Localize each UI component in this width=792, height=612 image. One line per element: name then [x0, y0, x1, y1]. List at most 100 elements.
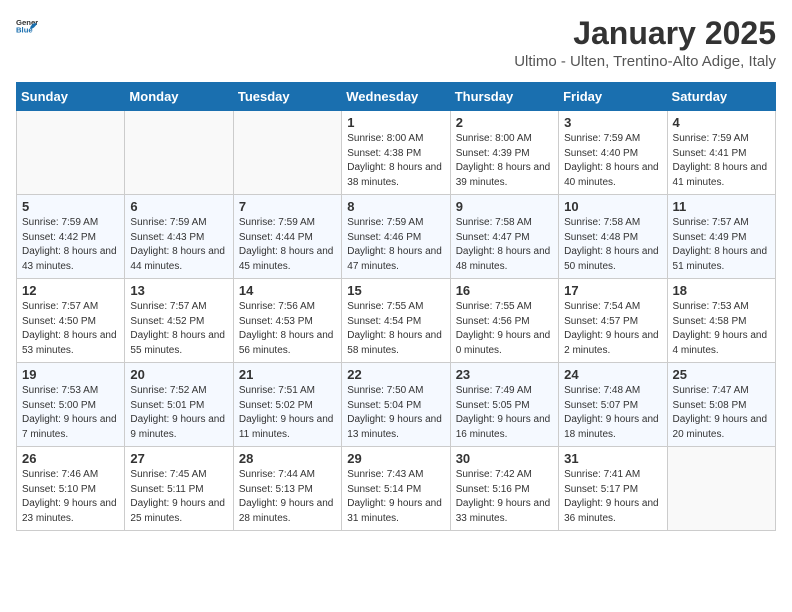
calendar-cell: 20Sunrise: 7:52 AMSunset: 5:01 PMDayligh… [125, 363, 233, 447]
day-info: Sunrise: 7:59 AMSunset: 4:40 PMDaylight:… [564, 132, 661, 190]
day-number: 1 [347, 115, 444, 130]
day-info: Sunrise: 7:56 AMSunset: 4:53 PMDaylight:… [239, 300, 336, 358]
calendar-week-row: 19 Sunrise: 7:53 AMSunset: 5:00 PMDayligh… [17, 363, 776, 447]
day-info: Sunrise: 7:43 AMSunset: 5:14 PMDaylight:… [347, 468, 444, 526]
day-number: 9 [456, 199, 553, 214]
logo: General Blue [16, 16, 38, 43]
calendar-cell: 17 Sunrise: 7:54 AMSunset: 4:57 PMDayligh… [559, 279, 667, 363]
calendar-cell [233, 111, 341, 195]
day-number: 29 [347, 451, 444, 466]
day-number: 31 [564, 451, 661, 466]
day-number: 30 [456, 451, 553, 466]
day-info: Sunrise: 7:59 AMSunset: 4:44 PMDaylight:… [239, 216, 336, 274]
day-info: Sunrise: 7:59 AMSunset: 4:46 PMDaylight:… [347, 216, 444, 274]
calendar-week-row: 1 Sunrise: 8:00 AMSunset: 4:38 PMDaylight… [17, 111, 776, 195]
day-number: 3 [564, 115, 661, 130]
calendar-cell: 27 Sunrise: 7:45 AMSunset: 5:11 PMDayligh… [125, 447, 233, 531]
day-info: Sunrise: 8:00 AMSunset: 4:39 PMDaylight:… [456, 132, 553, 190]
day-info: Sunrise: 7:48 AMSunset: 5:07 PMDaylight:… [564, 384, 661, 442]
day-number: 12 [22, 283, 119, 298]
day-number: 2 [456, 115, 553, 130]
weekday-header-saturday: Saturday [667, 83, 775, 111]
day-number: 28 [239, 451, 336, 466]
day-number: 27 [130, 451, 227, 466]
day-number: 7 [239, 199, 336, 214]
calendar-table: SundayMondayTuesdayWednesdayThursdayFrid… [16, 82, 776, 531]
weekday-header-monday: Monday [125, 83, 233, 111]
weekday-header-thursday: Thursday [450, 83, 558, 111]
calendar-cell: 16 Sunrise: 7:55 AMSunset: 4:56 PMDayligh… [450, 279, 558, 363]
calendar-cell: 19 Sunrise: 7:53 AMSunset: 5:00 PMDayligh… [17, 363, 125, 447]
weekday-header-row: SundayMondayTuesdayWednesdayThursdayFrid… [17, 83, 776, 111]
day-info: Sunrise: 7:55 AMSunset: 4:56 PMDaylight:… [456, 300, 553, 358]
calendar-cell: 22Sunrise: 7:50 AMSunset: 5:04 PMDayligh… [342, 363, 450, 447]
day-number: 22 [347, 367, 444, 382]
calendar-cell: 24 Sunrise: 7:48 AMSunset: 5:07 PMDayligh… [559, 363, 667, 447]
weekday-header-sunday: Sunday [17, 83, 125, 111]
calendar-cell: 4Sunrise: 7:59 AMSunset: 4:41 PMDaylight… [667, 111, 775, 195]
calendar-cell: 5 Sunrise: 7:59 AMSunset: 4:42 PMDaylight… [17, 195, 125, 279]
calendar-cell: 12Sunrise: 7:57 AMSunset: 4:50 PMDayligh… [17, 279, 125, 363]
day-info: Sunrise: 8:00 AMSunset: 4:38 PMDaylight:… [347, 132, 444, 190]
calendar-cell [125, 111, 233, 195]
page-header: General Blue January 2025 Ultimo - Ulten… [16, 16, 776, 70]
day-info: Sunrise: 7:58 AMSunset: 4:47 PMDaylight:… [456, 216, 553, 274]
day-info: Sunrise: 7:57 AMSunset: 4:49 PMDaylight:… [673, 216, 770, 274]
calendar-cell: 6 Sunrise: 7:59 AMSunset: 4:43 PMDaylight… [125, 195, 233, 279]
day-info: Sunrise: 7:52 AMSunset: 5:01 PMDaylight:… [130, 384, 227, 442]
day-info: Sunrise: 7:55 AMSunset: 4:54 PMDaylight:… [347, 300, 444, 358]
day-info: Sunrise: 7:41 AMSunset: 5:17 PMDaylight:… [564, 468, 661, 526]
day-info: Sunrise: 7:53 AMSunset: 4:58 PMDaylight:… [673, 300, 770, 358]
calendar-cell: 23 Sunrise: 7:49 AMSunset: 5:05 PMDayligh… [450, 363, 558, 447]
calendar-cell: 10 Sunrise: 7:58 AMSunset: 4:48 PMDayligh… [559, 195, 667, 279]
calendar-cell: 2 Sunrise: 8:00 AMSunset: 4:39 PMDaylight… [450, 111, 558, 195]
calendar-cell: 15 Sunrise: 7:55 AMSunset: 4:54 PMDayligh… [342, 279, 450, 363]
day-number: 6 [130, 199, 227, 214]
day-number: 18 [673, 283, 770, 298]
weekday-header-tuesday: Tuesday [233, 83, 341, 111]
weekday-header-friday: Friday [559, 83, 667, 111]
day-info: Sunrise: 7:47 AMSunset: 5:08 PMDaylight:… [673, 384, 770, 442]
calendar-cell: 31 Sunrise: 7:41 AMSunset: 5:17 PMDayligh… [559, 447, 667, 531]
day-number: 17 [564, 283, 661, 298]
day-info: Sunrise: 7:59 AMSunset: 4:43 PMDaylight:… [130, 216, 227, 274]
day-info: Sunrise: 7:44 AMSunset: 5:13 PMDaylight:… [239, 468, 336, 526]
month-title: January 2025 [514, 16, 776, 51]
day-info: Sunrise: 7:53 AMSunset: 5:00 PMDaylight:… [22, 384, 119, 442]
day-number: 10 [564, 199, 661, 214]
calendar-cell: 18 Sunrise: 7:53 AMSunset: 4:58 PMDayligh… [667, 279, 775, 363]
calendar-cell: 28 Sunrise: 7:44 AMSunset: 5:13 PMDayligh… [233, 447, 341, 531]
calendar-cell: 1 Sunrise: 8:00 AMSunset: 4:38 PMDaylight… [342, 111, 450, 195]
day-number: 23 [456, 367, 553, 382]
title-area: January 2025 Ultimo - Ulten, Trentino-Al… [514, 16, 776, 70]
day-number: 26 [22, 451, 119, 466]
logo-icon: General Blue [16, 16, 38, 38]
day-number: 16 [456, 283, 553, 298]
day-number: 15 [347, 283, 444, 298]
day-number: 21 [239, 367, 336, 382]
calendar-week-row: 26 Sunrise: 7:46 AMSunset: 5:10 PMDayligh… [17, 447, 776, 531]
day-info: Sunrise: 7:54 AMSunset: 4:57 PMDaylight:… [564, 300, 661, 358]
day-info: Sunrise: 7:58 AMSunset: 4:48 PMDaylight:… [564, 216, 661, 274]
location-title: Ultimo - Ulten, Trentino-Alto Adige, Ita… [514, 53, 776, 70]
day-info: Sunrise: 7:59 AMSunset: 4:42 PMDaylight:… [22, 216, 119, 274]
day-info: Sunrise: 7:45 AMSunset: 5:11 PMDaylight:… [130, 468, 227, 526]
calendar-week-row: 12Sunrise: 7:57 AMSunset: 4:50 PMDayligh… [17, 279, 776, 363]
day-number: 5 [22, 199, 119, 214]
day-number: 11 [673, 199, 770, 214]
day-number: 24 [564, 367, 661, 382]
calendar-cell: 9 Sunrise: 7:58 AMSunset: 4:47 PMDaylight… [450, 195, 558, 279]
day-number: 19 [22, 367, 119, 382]
calendar-cell: 11 Sunrise: 7:57 AMSunset: 4:49 PMDayligh… [667, 195, 775, 279]
calendar-cell: 3 Sunrise: 7:59 AMSunset: 4:40 PMDaylight… [559, 111, 667, 195]
calendar-cell [17, 111, 125, 195]
calendar-cell [667, 447, 775, 531]
day-info: Sunrise: 7:57 AMSunset: 4:52 PMDaylight:… [130, 300, 227, 358]
day-info: Sunrise: 7:49 AMSunset: 5:05 PMDaylight:… [456, 384, 553, 442]
day-info: Sunrise: 7:46 AMSunset: 5:10 PMDaylight:… [22, 468, 119, 526]
calendar-cell: 13Sunrise: 7:57 AMSunset: 4:52 PMDayligh… [125, 279, 233, 363]
calendar-cell: 25Sunrise: 7:47 AMSunset: 5:08 PMDayligh… [667, 363, 775, 447]
day-number: 8 [347, 199, 444, 214]
calendar-cell: 14 Sunrise: 7:56 AMSunset: 4:53 PMDayligh… [233, 279, 341, 363]
day-number: 14 [239, 283, 336, 298]
